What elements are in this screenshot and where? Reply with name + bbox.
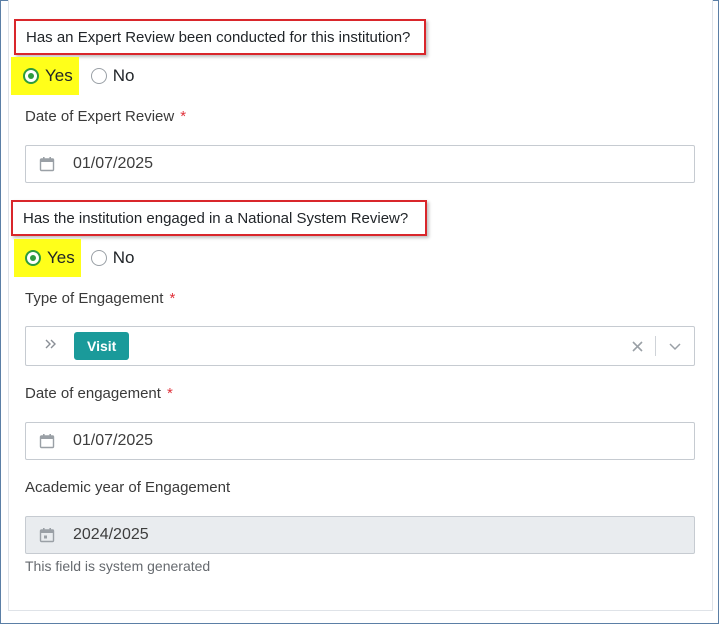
expert-review-no-label: No xyxy=(112,66,135,85)
chevron-down-icon[interactable] xyxy=(668,339,682,353)
radio-checked-icon[interactable] xyxy=(23,68,39,84)
radio-unchecked-icon[interactable] xyxy=(90,68,107,84)
select-divider xyxy=(655,336,656,356)
national-review-question: Has the institution engaged in a Nationa… xyxy=(11,200,427,236)
expert-review-date-value: 01/07/2025 xyxy=(73,155,154,172)
required-mark: * xyxy=(166,385,173,402)
expert-review-date-label-text: Date of Expert Review xyxy=(25,108,175,125)
engagement-date-label: Date of engagement * xyxy=(25,385,173,402)
academic-year-label: Academic year of Engagement xyxy=(25,479,230,496)
national-review-yes-option[interactable]: Yes xyxy=(14,239,81,277)
close-svg xyxy=(632,340,643,352)
required-mark: * xyxy=(169,290,176,307)
radio-checked-icon[interactable] xyxy=(25,250,41,266)
expert-review-question-text: Has an Expert Review been conducted for … xyxy=(26,28,411,46)
expert-review-radio-group: Yes No xyxy=(11,57,142,95)
double-chevron-right-svg xyxy=(45,339,56,348)
selected-tag-visit[interactable]: Visit xyxy=(74,332,130,360)
national-review-yes-label: Yes xyxy=(47,248,75,267)
national-review-no-label: No xyxy=(112,248,135,267)
expert-review-question: Has an Expert Review been conducted for … xyxy=(14,19,426,55)
expert-review-yes-label: Yes xyxy=(45,66,73,85)
calendar-icon[interactable] xyxy=(39,156,55,172)
engagement-date-value: 01/07/2025 xyxy=(73,432,154,449)
academic-year-field: 2024/2025 xyxy=(25,516,695,554)
calendar-icon xyxy=(39,528,55,543)
expert-review-date-label: Date of Expert Review * xyxy=(25,108,186,125)
engagement-type-select[interactable]: Visit xyxy=(25,326,695,366)
engagement-type-label: Type of Engagement * xyxy=(25,290,175,307)
required-mark: * xyxy=(180,108,187,125)
engagement-type-label-text: Type of Engagement xyxy=(25,290,164,307)
select-controls xyxy=(620,327,694,365)
calendar-icon[interactable] xyxy=(39,433,55,449)
national-review-no-option[interactable]: No xyxy=(83,239,143,277)
academic-year-value: 2024/2025 xyxy=(73,526,149,543)
radio-unchecked-icon[interactable] xyxy=(90,250,107,266)
national-review-radio-group: Yes No xyxy=(14,239,142,277)
academic-year-label-text: Academic year of Engagement xyxy=(25,479,231,496)
academic-year-help-text: This field is system generated xyxy=(25,558,211,574)
engagement-date-field[interactable]: 01/07/2025 xyxy=(25,422,695,460)
engagement-date-label-text: Date of engagement xyxy=(25,385,161,402)
expert-review-no-option[interactable]: No xyxy=(83,57,143,95)
national-review-question-text: Has the institution engaged in a Nationa… xyxy=(23,209,409,227)
expert-review-yes-option[interactable]: Yes xyxy=(11,57,79,95)
close-icon[interactable] xyxy=(620,336,655,357)
expert-review-date-field[interactable]: 01/07/2025 xyxy=(25,145,695,183)
double-chevron-right-icon[interactable] xyxy=(44,337,58,356)
